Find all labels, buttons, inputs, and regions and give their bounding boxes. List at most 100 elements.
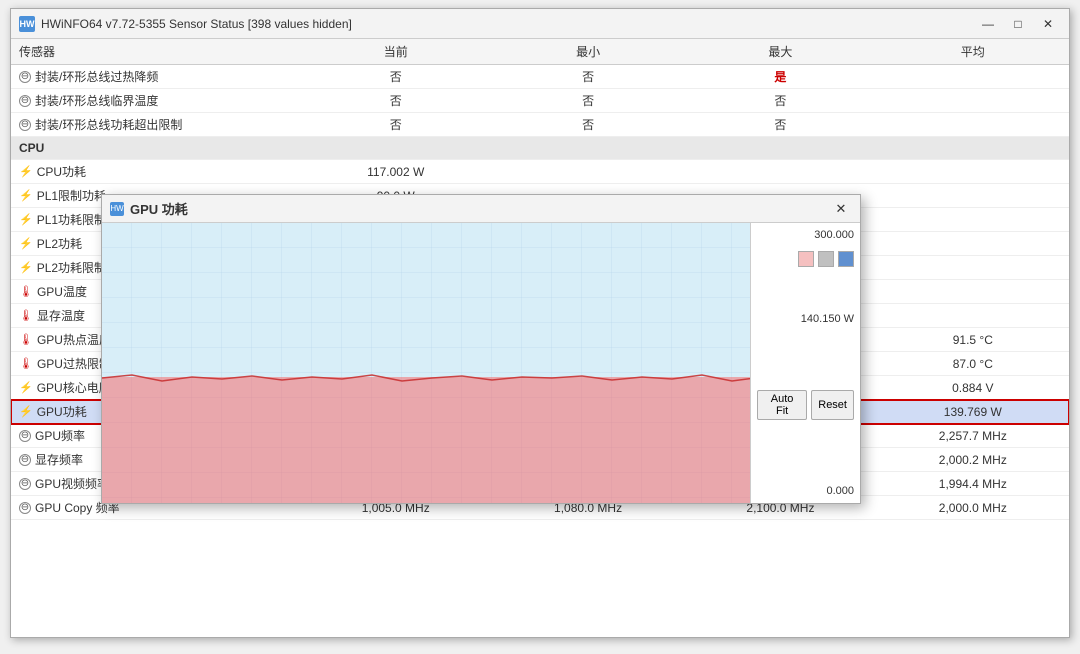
maximize-button[interactable]: □ — [1005, 14, 1031, 34]
reset-button[interactable]: Reset — [811, 390, 854, 420]
color-box-blue[interactable] — [838, 251, 854, 267]
minus-icon: ⊖ — [19, 119, 31, 131]
avg-value — [877, 113, 1069, 137]
table-row[interactable]: ⚡CPU功耗117.002 W — [11, 160, 1069, 184]
thermo-icon: 🌡 — [19, 357, 33, 370]
popup-max-value: 300.000 — [757, 229, 854, 241]
avg-value: 2,000.0 MHz — [877, 496, 1069, 520]
thermo-icon: 🌡 — [19, 285, 33, 298]
title-bar-left: HW HWiNFO64 v7.72-5355 Sensor Status [39… — [19, 16, 352, 32]
sensor-name-cell: ⊖ 封装/环形总线功耗超出限制 — [11, 113, 300, 137]
table-row[interactable]: ⊖封装/环形总线临界温度否否否 — [11, 89, 1069, 113]
popup-sidebar: 300.000 140.150 W Auto Fit Reset 0.000 — [750, 223, 860, 503]
gpu-power-popup: HW GPU 功耗 ✕ — [101, 194, 861, 504]
auto-fit-button[interactable]: Auto Fit — [757, 390, 807, 420]
col-current: 当前 — [300, 39, 492, 65]
col-sensor: 传感器 — [11, 39, 300, 65]
table-row[interactable]: ⊖封装/环形总线过热降频否否是 — [11, 65, 1069, 89]
avg-value: 87.0 °C — [877, 352, 1069, 376]
max-value: 否 — [684, 113, 876, 137]
popup-app-icon: HW — [110, 202, 124, 216]
sensor-label: 封装/环形总线临界温度 — [35, 92, 158, 109]
sensor-label: CPU功耗 — [37, 163, 86, 180]
current-value: 否 — [300, 113, 492, 137]
avg-value: 91.5 °C — [877, 328, 1069, 352]
minus-icon: ⊖ — [19, 430, 31, 442]
lightning-icon: ⚡ — [19, 381, 33, 394]
popup-title-bar: HW GPU 功耗 ✕ — [102, 195, 860, 223]
popup-buttons: Auto Fit Reset — [757, 390, 854, 420]
table-header-row: 传感器 当前 最小 最大 平均 — [11, 39, 1069, 65]
sensor-label: PL2功耗限制 — [37, 259, 106, 276]
popup-close-button[interactable]: ✕ — [830, 200, 852, 218]
minus-icon: ⊖ — [19, 454, 31, 466]
minus-icon: ⊖ — [19, 502, 31, 514]
close-button[interactable]: ✕ — [1035, 14, 1061, 34]
popup-mid-value: 140.150 W — [757, 313, 854, 325]
current-value: 否 — [300, 89, 492, 113]
sensor-name-cell: ⊖ 封装/环形总线过热降频 — [11, 65, 300, 89]
sensor-label: GPU核心电压 — [37, 379, 111, 396]
main-window: HW HWiNFO64 v7.72-5355 Sensor Status [39… — [10, 8, 1070, 638]
max-value: 是 — [684, 65, 876, 89]
sensor-name-cell: ⊖ 封装/环形总线临界温度 — [11, 89, 300, 113]
sensor-label: 封装/环形总线过热降频 — [35, 68, 158, 85]
min-value: 否 — [492, 113, 684, 137]
avg-value: 2,257.7 MHz — [877, 424, 1069, 448]
popup-color-boxes — [757, 251, 854, 267]
table-row[interactable]: ⊖封装/环形总线功耗超出限制否否否 — [11, 113, 1069, 137]
current-value: 否 — [300, 65, 492, 89]
app-icon: HW — [19, 16, 35, 32]
sensor-label: GPU温度 — [37, 283, 87, 300]
avg-value: 1,994.4 MHz — [877, 472, 1069, 496]
sensor-label: GPU过热限制 — [37, 355, 111, 372]
minimize-button[interactable]: — — [975, 14, 1001, 34]
thermo-icon: 🌡 — [19, 309, 33, 322]
lightning-icon: ⚡ — [19, 405, 33, 418]
sensor-label: PL2功耗 — [37, 235, 82, 252]
sensor-label: PL1限制功耗 — [37, 187, 106, 204]
sensor-label: 封装/环形总线功耗超出限制 — [35, 116, 182, 133]
sensor-label: PL1功耗限制 — [37, 211, 106, 228]
lightning-icon: ⚡ — [19, 261, 33, 274]
color-box-pink[interactable] — [798, 251, 814, 267]
avg-value — [877, 232, 1069, 256]
popup-title-text: GPU 功耗 — [130, 199, 188, 218]
avg-value — [877, 208, 1069, 232]
popup-chart — [102, 223, 750, 503]
window-title: HWiNFO64 v7.72-5355 Sensor Status [398 v… — [41, 17, 352, 31]
avg-value — [877, 160, 1069, 184]
lightning-icon: ⚡ — [19, 237, 33, 250]
sensor-label: 显存频率 — [35, 451, 83, 468]
sensor-label: GPU热点温度 — [37, 331, 111, 348]
sensor-label: 显存温度 — [37, 307, 85, 324]
avg-value — [877, 256, 1069, 280]
lightning-icon: ⚡ — [19, 213, 33, 226]
sensor-label: GPU功耗 — [37, 403, 87, 420]
sensor-label: GPU频率 — [35, 427, 85, 444]
minus-icon: ⊖ — [19, 95, 31, 107]
minus-icon: ⊖ — [19, 478, 31, 490]
title-bar: HW HWiNFO64 v7.72-5355 Sensor Status [39… — [11, 9, 1069, 39]
col-avg: 平均 — [877, 39, 1069, 65]
section-label: CPU — [11, 137, 1069, 160]
avg-value — [877, 280, 1069, 304]
minus-icon: ⊖ — [19, 71, 31, 83]
avg-value — [877, 89, 1069, 113]
avg-value — [877, 65, 1069, 89]
avg-value — [877, 304, 1069, 328]
table-row[interactable]: CPU — [11, 137, 1069, 160]
sensor-name-cell: ⚡ CPU功耗 — [11, 160, 300, 184]
lightning-icon: ⚡ — [19, 189, 33, 202]
lightning-icon: ⚡ — [19, 165, 33, 178]
popup-btn-row: Auto Fit Reset — [757, 390, 854, 420]
color-box-gray[interactable] — [818, 251, 834, 267]
avg-value: 0.884 V — [877, 376, 1069, 400]
popup-title-left: HW GPU 功耗 — [110, 199, 188, 218]
sensor-label: GPU视频频率 — [35, 475, 109, 492]
popup-content: 300.000 140.150 W Auto Fit Reset 0.000 — [102, 223, 860, 503]
window-controls: — □ ✕ — [975, 14, 1061, 34]
col-max: 最大 — [684, 39, 876, 65]
max-value — [684, 160, 876, 184]
avg-value: 2,000.2 MHz — [877, 448, 1069, 472]
